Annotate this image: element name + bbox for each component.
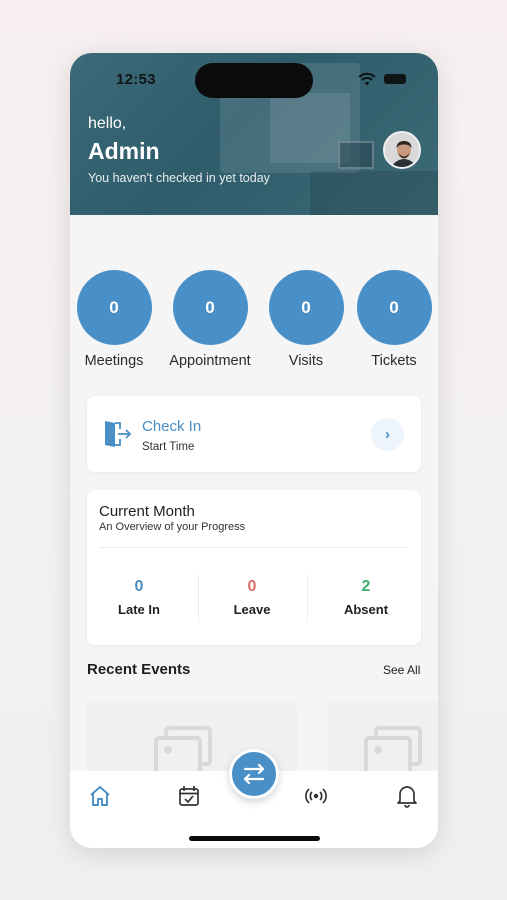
current-month-title: Current Month (99, 503, 195, 520)
metric-leave: 0 Leave (202, 578, 302, 617)
stat-appointment[interactable]: 0 Appointment (168, 270, 252, 370)
metric-value: 0 (134, 578, 144, 595)
calendar-check-icon[interactable] (176, 783, 202, 809)
swap-button[interactable] (229, 749, 279, 799)
metric-label: Late In (118, 602, 160, 617)
stat-value: 0 (76, 270, 152, 345)
stat-label: Tickets (371, 353, 417, 369)
metric-label: Absent (343, 602, 389, 617)
phone-screen: 12:53 hello, Admin You haven't checked i… (70, 53, 438, 848)
avatar[interactable] (383, 131, 421, 169)
stat-label: Visits (288, 353, 324, 369)
header-background-monitor (338, 141, 374, 169)
stat-visits[interactable]: 0 Visits (264, 270, 348, 370)
metric-value: 2 (361, 578, 371, 595)
dynamic-island (195, 63, 313, 98)
status-time: 12:53 (116, 71, 156, 88)
chevron-right-icon[interactable]: › (371, 418, 404, 451)
home-icon[interactable] (87, 783, 113, 809)
stats-row: 0 Meetings 0 Appointment 0 Visits 0 Tick… (70, 270, 438, 370)
avatar-portrait-icon (385, 133, 419, 167)
check-in-subtitle: Start Time (142, 441, 195, 453)
divider (307, 574, 308, 622)
stat-label: Appointment (169, 353, 251, 369)
divider (198, 574, 199, 622)
divider (99, 547, 407, 548)
door-enter-icon (105, 421, 132, 447)
home-indicator (189, 836, 320, 841)
stat-tickets[interactable]: 0 Tickets (352, 270, 436, 370)
recent-events-title: Recent Events (87, 661, 191, 678)
wifi-icon (358, 72, 376, 86)
stat-meetings[interactable]: 0 Meetings (72, 270, 156, 370)
metric-value: 0 (247, 578, 257, 595)
battery-icon (384, 74, 406, 84)
bell-icon[interactable] (394, 783, 420, 809)
metric-absent: 2 Absent (316, 578, 416, 617)
check-in-title: Check In (142, 418, 202, 435)
swap-icon (243, 763, 265, 785)
greeting: hello, (88, 115, 127, 132)
status-icons (358, 71, 418, 87)
user-name: Admin (88, 138, 160, 164)
current-month-subtitle: An Overview of your Progress (99, 521, 246, 533)
stat-label: Meetings (84, 353, 144, 369)
checkin-status-text: You haven't checked in yet today (88, 171, 270, 185)
header-banner: 12:53 hello, Admin You haven't checked i… (70, 53, 438, 215)
check-in-card[interactable]: Check In Start Time › (87, 396, 421, 472)
metric-label: Leave (233, 602, 271, 617)
metric-late-in: 0 Late In (89, 578, 189, 617)
stat-value: 0 (172, 270, 248, 345)
image-placeholder-icon (364, 726, 422, 776)
image-placeholder-icon (154, 726, 212, 776)
stat-value: 0 (268, 270, 344, 345)
broadcast-icon[interactable] (303, 783, 329, 809)
header-background-desk (310, 171, 438, 215)
stat-value: 0 (356, 270, 432, 345)
current-month-card: Current Month An Overview of your Progre… (87, 490, 421, 645)
see-all-link[interactable]: See All (383, 663, 420, 677)
